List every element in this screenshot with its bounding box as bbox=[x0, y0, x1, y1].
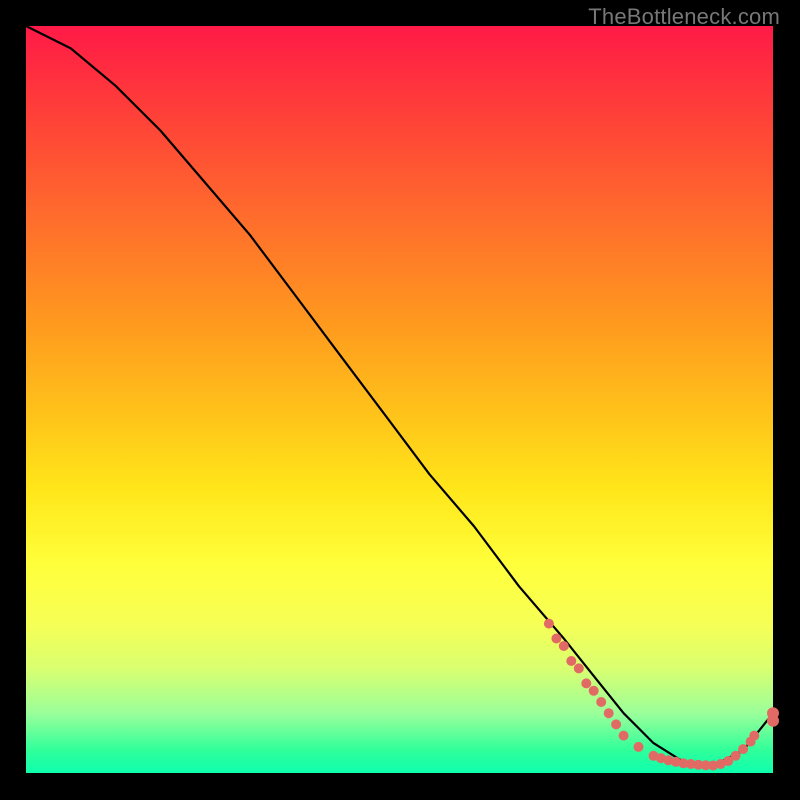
marker-dot bbox=[574, 663, 584, 673]
marker-dot bbox=[767, 715, 779, 727]
bottleneck-curve bbox=[26, 26, 773, 766]
watermark-text: TheBottleneck.com bbox=[588, 4, 780, 30]
chart-svg bbox=[26, 26, 773, 773]
marker-dot bbox=[596, 697, 606, 707]
marker-dot bbox=[544, 619, 554, 629]
marker-dot bbox=[619, 731, 629, 741]
plot-area bbox=[26, 26, 773, 773]
marker-dot bbox=[604, 708, 614, 718]
chart-frame: TheBottleneck.com bbox=[0, 0, 800, 800]
marker-dot bbox=[611, 719, 621, 729]
marker-dot bbox=[581, 678, 591, 688]
marker-dot bbox=[589, 686, 599, 696]
marker-dot bbox=[731, 751, 741, 761]
marker-dot bbox=[749, 731, 759, 741]
marker-dot bbox=[634, 742, 644, 752]
marker-dot bbox=[559, 641, 569, 651]
marker-dot bbox=[551, 634, 561, 644]
marker-dot bbox=[566, 656, 576, 666]
marker-dot bbox=[738, 744, 748, 754]
